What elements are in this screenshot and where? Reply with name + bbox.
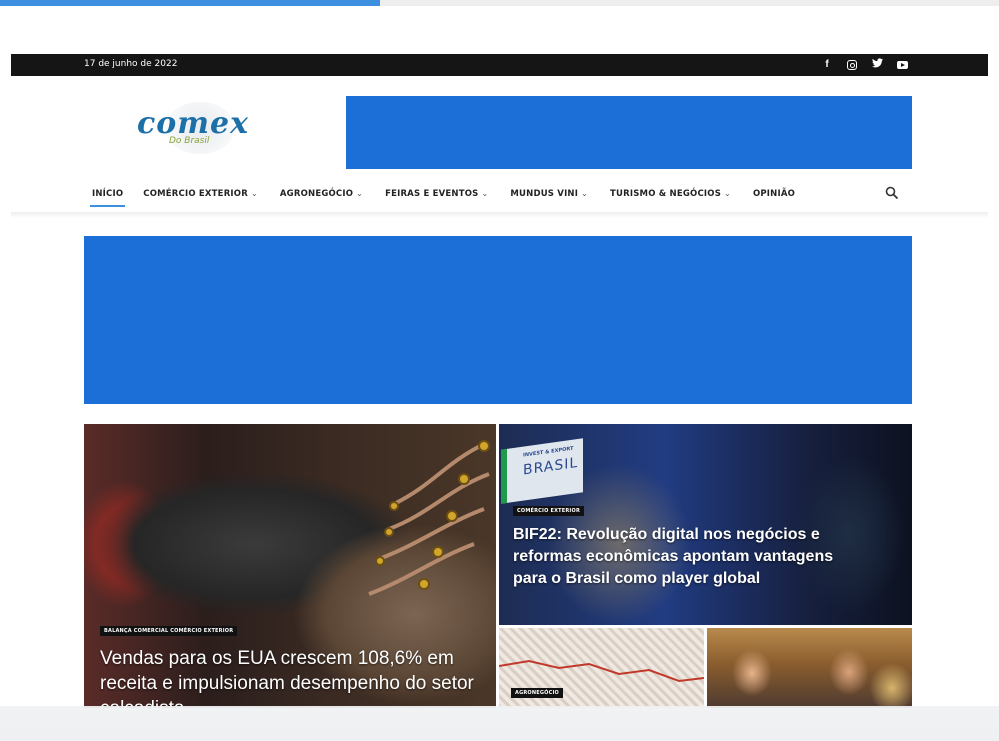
top-bar: 17 de junho de 2022 f bbox=[11, 54, 988, 76]
twitter-icon[interactable] bbox=[871, 58, 883, 73]
facebook-icon[interactable]: f bbox=[821, 58, 833, 73]
sign-large-text: BRASIL bbox=[523, 454, 579, 479]
brasil-sign-graphic: INVEST & EXPORT BRASIL bbox=[501, 438, 583, 504]
chevron-down-icon: ⌄ bbox=[250, 189, 258, 198]
current-date: 17 de junho de 2022 bbox=[84, 59, 178, 69]
nav-item-label: INÍCIO bbox=[92, 189, 124, 199]
nav-item-label: FEIRAS E EVENTOS bbox=[385, 189, 479, 199]
chevron-down-icon: ⌄ bbox=[581, 189, 589, 198]
nav-item-opiniao[interactable]: OPINIÃO bbox=[753, 189, 795, 199]
browser-top-strip bbox=[380, 0, 999, 6]
nav-item-label: TURISMO & NEGÓCIOS bbox=[610, 189, 722, 199]
nav-item-agronegocio[interactable]: AGRONEGÓCIO ⌄ bbox=[280, 189, 363, 199]
nav-item-turismo-negocios[interactable]: TURISMO & NEGÓCIOS ⌄ bbox=[610, 189, 731, 199]
boot-laces-graphic bbox=[368, 440, 490, 596]
nav-item-label: AGRONEGÓCIO bbox=[279, 189, 354, 199]
featured-article-main[interactable]: BALANÇA COMERCIAL COMÉRCIO EXTERIOR Vend… bbox=[84, 424, 496, 708]
chevron-down-icon: ⌄ bbox=[724, 189, 731, 198]
logo-subtitle: Do Brasil bbox=[169, 136, 210, 146]
youtube-icon[interactable] bbox=[897, 61, 908, 69]
article-headline[interactable]: BIF22: Revolução digital nos negócios e … bbox=[513, 524, 843, 590]
featured-article-photo[interactable] bbox=[707, 628, 912, 708]
chevron-down-icon: ⌄ bbox=[481, 189, 489, 198]
nav-item-label: OPINIÃO bbox=[752, 189, 796, 199]
featured-article-bif22[interactable]: INVEST & EXPORT BRASIL COMÉRCIO EXTERIOR… bbox=[499, 424, 912, 625]
main-navigation: INÍCIO COMÉRCIO EXTERIOR ⌄ AGRONEGÓCIO ⌄ F… bbox=[89, 186, 795, 207]
social-links: f bbox=[821, 58, 908, 73]
browser-top-accent bbox=[0, 0, 380, 6]
nav-item-inicio[interactable]: INÍCIO bbox=[89, 189, 126, 207]
nav-item-label: COMÉRCIO EXTERIOR bbox=[143, 189, 248, 199]
search-icon[interactable] bbox=[885, 186, 899, 200]
nav-divider bbox=[11, 212, 988, 218]
category-tag[interactable]: BALANÇA COMERCIAL COMÉRCIO EXTERIOR bbox=[100, 626, 238, 636]
page-bottom-fade bbox=[0, 706, 999, 741]
nav-item-mundus-vini[interactable]: MUNDUS VINI ⌄ bbox=[510, 189, 588, 199]
category-tag[interactable]: COMÉRCIO EXTERIOR bbox=[513, 506, 584, 516]
category-tag[interactable]: AGRONEGÓCIO bbox=[511, 688, 564, 698]
nav-item-label: MUNDUS VINI bbox=[510, 189, 579, 199]
site-logo[interactable]: comex Do Brasil bbox=[135, 102, 300, 162]
article-headline[interactable]: Vendas para os EUA crescem 108,6% em rec… bbox=[100, 646, 480, 708]
instagram-icon[interactable] bbox=[847, 60, 857, 70]
featured-article-agronegocio[interactable]: AGRONEGÓCIO bbox=[499, 628, 704, 708]
nav-item-comercio-exterior[interactable]: COMÉRCIO EXTERIOR ⌄ bbox=[143, 189, 258, 199]
chevron-down-icon: ⌄ bbox=[356, 189, 364, 198]
header-ad-banner[interactable] bbox=[346, 96, 912, 169]
nav-item-feiras-e-eventos[interactable]: FEIRAS E EVENTOS ⌄ bbox=[385, 189, 488, 199]
main-ad-banner[interactable] bbox=[84, 236, 912, 404]
